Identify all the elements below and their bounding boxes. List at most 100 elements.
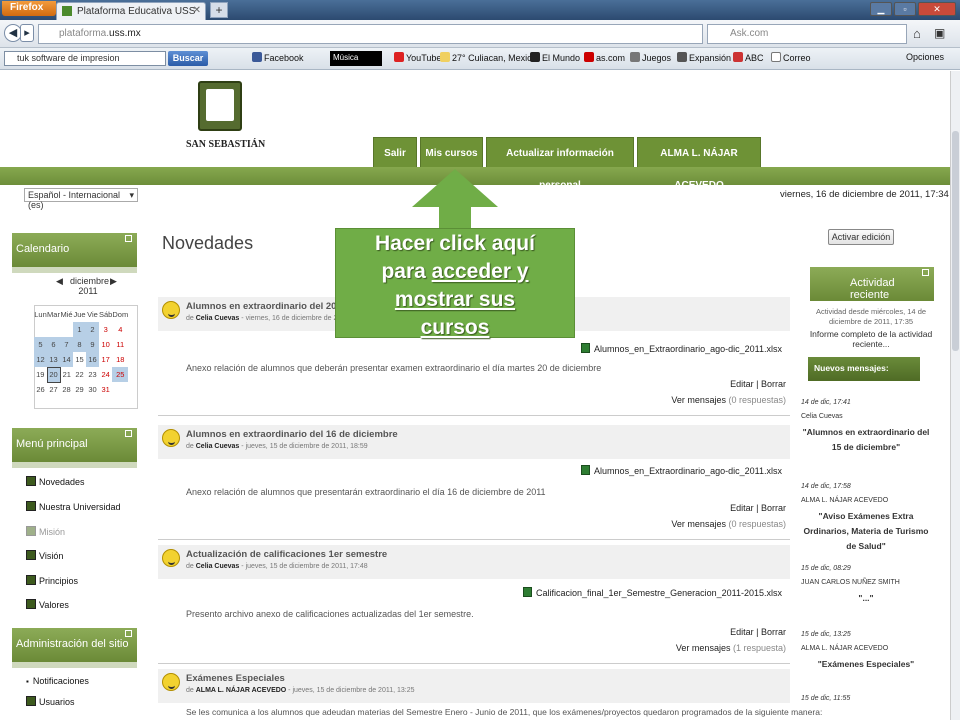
calendar-day[interactable]: 12 xyxy=(34,352,47,367)
toolbar-opciones[interactable]: Opciones xyxy=(906,52,944,62)
block-toggle-icon[interactable] xyxy=(922,269,929,276)
calendar-day[interactable]: 20 xyxy=(46,366,61,383)
edit-delete-links[interactable]: Editar | Borrar xyxy=(730,379,786,389)
calendar-day[interactable]: 29 xyxy=(73,382,86,397)
prev-month-icon[interactable]: ◀ xyxy=(56,276,63,287)
toolbar-correo[interactable]: Correo xyxy=(771,52,811,63)
calendar-day[interactable]: 19 xyxy=(34,367,47,382)
recent-item[interactable]: 14 de dic, 17:58 ALMA L. NÁJAR ACEVEDO "… xyxy=(801,481,931,554)
calendar-day[interactable]: 21 xyxy=(60,367,73,382)
calendar-day[interactable]: 14 xyxy=(60,352,73,367)
toolbar-weather[interactable]: 27° Culiacan, Mexico xyxy=(440,52,537,63)
edit-delete-links[interactable]: Editar | Borrar xyxy=(730,503,786,513)
nav-actualizar-info[interactable]: Actualizar información personal xyxy=(486,137,634,191)
browser-search-input[interactable]: Ask.com xyxy=(707,24,907,44)
menu-item-valores[interactable]: Valores xyxy=(26,599,69,610)
post-author[interactable]: Celia Cuevas xyxy=(196,563,240,570)
menu-item-novedades[interactable]: Novedades xyxy=(26,476,85,487)
admin-item-usuarios[interactable]: Usuarios xyxy=(26,696,75,707)
recent-item[interactable]: 15 de dic, 13:25 ALMA L. NÁJAR ACEVEDO "… xyxy=(801,629,931,672)
home-icon[interactable]: ⌂ xyxy=(913,26,921,41)
nav-mis-cursos[interactable]: Mis cursos xyxy=(420,137,483,167)
tab-close-icon[interactable]: ✕ xyxy=(193,5,201,16)
recent-activity-header[interactable]: Actividad reciente xyxy=(810,267,934,301)
calendar-day[interactable]: 28 xyxy=(60,382,73,397)
block-toggle-icon[interactable] xyxy=(125,430,132,437)
post-attachment[interactable]: Alumnos_en_Extraordinario_ago-dic_2011.x… xyxy=(581,465,782,476)
new-tab-button[interactable]: + xyxy=(210,2,228,18)
recent-title[interactable]: "..." xyxy=(801,591,931,606)
toolbar-facebook[interactable]: Facebook xyxy=(252,52,304,63)
browser-tab[interactable]: Plataforma Educativa USS ✕ xyxy=(56,2,206,20)
post-author[interactable]: Celia Cuevas xyxy=(196,443,240,450)
calendar-day[interactable]: 6 xyxy=(47,337,60,352)
calendar-day[interactable]: 11 xyxy=(112,337,128,352)
recent-full-report-link[interactable]: Informe completo de la actividad recient… xyxy=(806,329,936,349)
calendar-day[interactable]: 13 xyxy=(47,352,60,367)
post-actions[interactable]: Editar | Borrar xyxy=(730,627,786,637)
language-select[interactable]: Español - Internacional (es) ▾ xyxy=(24,188,138,210)
calendar-day[interactable]: 17 xyxy=(99,352,112,367)
buscar-button[interactable]: Buscar xyxy=(168,51,208,66)
minimize-button[interactable]: ▁ xyxy=(870,2,892,16)
admin-item-notificaciones[interactable]: ▪ Notificaciones xyxy=(26,676,89,686)
toolbar-music[interactable]: Música xyxy=(330,51,382,66)
calendar-day[interactable]: 31 xyxy=(99,382,112,397)
calendar-day[interactable]: 22 xyxy=(73,367,86,382)
calendar-day[interactable]: 5 xyxy=(34,337,47,352)
activar-edicion-button[interactable]: Activar edición xyxy=(828,229,894,245)
url-bar[interactable]: plataforma.uss.mx xyxy=(38,24,703,44)
post-replies[interactable]: Ver mensajes (0 respuestas) xyxy=(671,519,786,529)
toolbar-juegos[interactable]: Juegos xyxy=(630,52,671,63)
toolbar-elmundo[interactable]: El Mundo xyxy=(530,52,580,63)
toolbar-search-input[interactable]: tuk software de impresion xyxy=(4,51,166,66)
nav-user-name[interactable]: ALMA L. NÁJAR ACEVEDO xyxy=(637,137,761,191)
ver-mensajes-link[interactable]: Ver mensajes xyxy=(676,643,731,653)
calendar-day[interactable]: 24 xyxy=(99,367,112,382)
post-actions[interactable]: Editar | Borrar xyxy=(730,503,786,513)
forward-icon[interactable]: ▸ xyxy=(20,24,34,42)
calendar-day[interactable]: 16 xyxy=(86,352,99,367)
calendar-day[interactable]: 8 xyxy=(73,337,86,352)
calendar-day[interactable]: 9 xyxy=(86,337,99,352)
menu-item-universidad[interactable]: Nuestra Universidad xyxy=(26,501,121,512)
calendar-day[interactable]: 26 xyxy=(34,382,47,397)
menu-item-vision[interactable]: Visión xyxy=(26,550,63,561)
calendar-day[interactable]: 27 xyxy=(47,382,60,397)
calendar-day[interactable]: 4 xyxy=(112,322,128,337)
post-title[interactable]: Alumnos en extraordinario del 16 de dici… xyxy=(186,429,398,440)
post-replies[interactable]: Ver mensajes (1 respuesta) xyxy=(676,643,786,653)
recent-item[interactable]: 14 de dic, 17:41 Celia Cuevas "Alumnos e… xyxy=(801,397,931,455)
calendar-day[interactable]: 23 xyxy=(86,367,99,382)
calendar-day[interactable]: 15 xyxy=(73,352,86,367)
addons-icon[interactable]: ▣ xyxy=(934,26,945,40)
admin-block-header[interactable]: Administración del sitio xyxy=(12,628,137,662)
calendar-day[interactable]: 7 xyxy=(60,337,73,352)
close-window-button[interactable]: ✕ xyxy=(918,2,956,16)
recent-title[interactable]: "Aviso Exámenes Extra Ordinarios, Materi… xyxy=(801,509,931,554)
toolbar-ascom[interactable]: as.com xyxy=(584,52,625,63)
calendar-day[interactable]: 2 xyxy=(86,322,99,337)
recent-item[interactable]: 15 de dic, 08:29 JUAN CARLOS NUÑEZ SMITH… xyxy=(801,563,931,606)
calendar-block-header[interactable]: Calendario xyxy=(12,233,137,267)
nav-salir[interactable]: Salir xyxy=(373,137,417,167)
calendar-day[interactable]: 3 xyxy=(99,322,112,337)
next-month-icon[interactable]: ▶ xyxy=(110,276,117,287)
toolbar-abc[interactable]: ABC xyxy=(733,52,764,63)
recent-title[interactable]: "Alumnos en extraordinario del 15 de dic… xyxy=(801,425,931,455)
post-replies[interactable]: Ver mensajes (0 respuestas) xyxy=(671,395,786,405)
ver-mensajes-link[interactable]: Ver mensajes xyxy=(671,395,726,405)
calendar-day[interactable]: 18 xyxy=(112,352,128,367)
firefox-menu-button[interactable]: Firefox xyxy=(2,1,56,16)
post-author[interactable]: ALMA L. NÁJAR ACEVEDO xyxy=(196,687,286,694)
recent-title[interactable]: "Exámenes Especiales" xyxy=(801,657,931,672)
post-actions[interactable]: Editar | Borrar xyxy=(730,379,786,389)
menu-principal-header[interactable]: Menú principal xyxy=(12,428,137,462)
post-author[interactable]: Celia Cuevas xyxy=(196,315,240,322)
toolbar-expansion[interactable]: Expansión xyxy=(677,52,731,63)
calendar-day[interactable]: 10 xyxy=(99,337,112,352)
post-attachment[interactable]: Alumnos_en_Extraordinario_ago-dic_2011.x… xyxy=(581,343,782,354)
post-title[interactable]: Actualización de calificaciones 1er seme… xyxy=(186,549,387,560)
menu-item-principios[interactable]: Principios xyxy=(26,575,78,586)
block-toggle-icon[interactable] xyxy=(125,235,132,242)
